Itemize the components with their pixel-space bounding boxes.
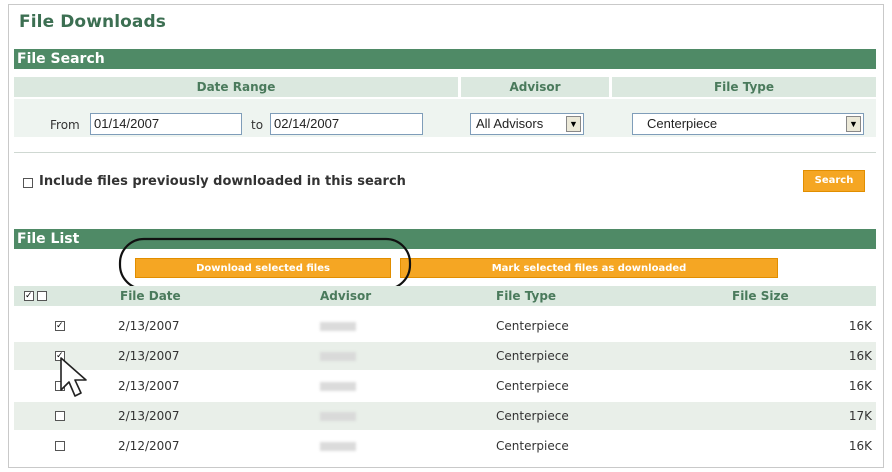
row-file-type: Centerpiece [496,349,569,363]
include-downloaded-checkbox[interactable] [23,178,33,188]
advisor-redacted [320,352,356,361]
mark-downloaded-button[interactable]: Mark selected files as downloaded [400,258,778,278]
row-file-type: Centerpiece [496,319,569,333]
advisor-redacted [320,412,356,421]
row-file-size: 16K [848,349,872,363]
divider [14,152,876,153]
row-file-size: 17K [848,409,872,423]
to-date-field[interactable]: 02/14/2007 [270,113,423,135]
row-file-type: Centerpiece [496,379,569,393]
page-title: File Downloads [19,12,166,32]
advisor-redacted [320,322,356,331]
file-type-select-value: Centerpiece [647,116,718,131]
row-file-size: 16K [848,439,872,453]
row-file-type: Centerpiece [496,409,569,423]
row-file-date: 2/13/2007 [118,349,180,363]
advisor-select-value: All Advisors [476,116,544,131]
dropdown-arrow-icon: ▼ [846,116,861,132]
advisor-redacted [320,442,356,451]
row-file-date: 2/12/2007 [118,439,180,453]
include-downloaded-label: Include files previously downloaded in t… [39,174,406,189]
highlight-ellipse [118,237,412,291]
row-file-type: Centerpiece [496,439,569,453]
dropdown-arrow-icon: ▼ [566,116,581,132]
row-checkbox[interactable] [55,441,65,451]
row-file-size: 16K [848,319,872,333]
col-file-size[interactable]: File Size [732,286,789,306]
table-row[interactable]: 2/13/2007 Centerpiece 16K [14,342,876,370]
row-file-date: 2/13/2007 [118,379,180,393]
row-file-size: 16K [848,379,872,393]
table-row[interactable]: 2/12/2007 Centerpiece 16K [14,432,876,460]
row-checkbox[interactable] [55,321,65,331]
table-row[interactable]: 2/13/2007 Centerpiece 17K [14,402,876,430]
advisor-redacted [320,382,356,391]
to-label: to [251,118,264,132]
file-search-header: File Search [14,49,876,69]
table-row[interactable]: 2/13/2007 Centerpiece 16K [14,372,876,400]
advisor-header: Advisor [461,77,609,97]
mouse-pointer-icon [60,357,87,397]
col-advisor[interactable]: Advisor [320,286,371,306]
row-file-date: 2/13/2007 [118,409,180,423]
select-all-checked-icon[interactable] [24,291,34,301]
row-checkbox[interactable] [55,411,65,421]
col-file-date[interactable]: File Date [120,286,181,306]
row-file-date: 2/13/2007 [118,319,180,333]
table-row[interactable]: 2/13/2007 Centerpiece 16K [14,312,876,340]
advisor-select[interactable]: All Advisors ▼ [470,113,584,135]
date-range-header: Date Range [14,77,458,97]
from-label: From [50,118,80,132]
from-date-field[interactable]: 01/14/2007 [90,113,242,135]
file-type-select[interactable]: Centerpiece ▼ [632,113,864,135]
select-none-checkbox[interactable] [37,291,47,301]
file-type-header: File Type [612,77,876,97]
search-button[interactable]: Search [803,170,865,192]
col-file-type[interactable]: File Type [496,286,556,306]
